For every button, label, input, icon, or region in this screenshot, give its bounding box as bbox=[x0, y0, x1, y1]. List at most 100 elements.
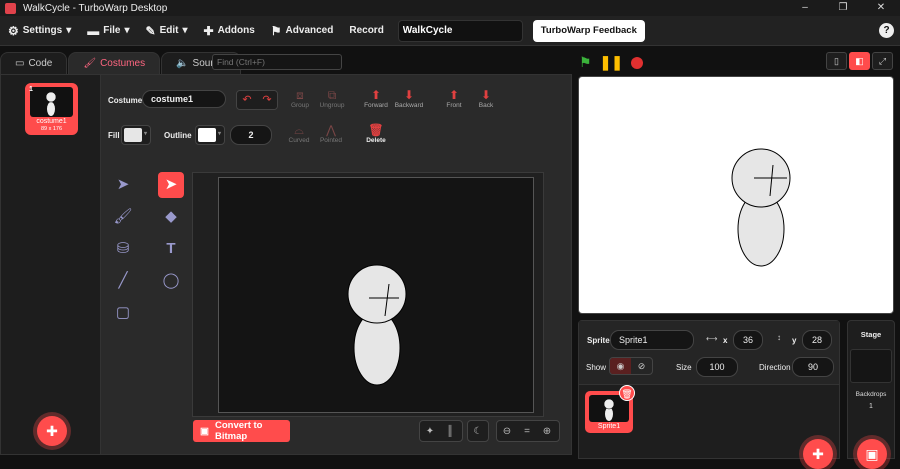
to-back-icon: ⬇ bbox=[480, 88, 492, 102]
convert-to-bitmap-button[interactable]: ▣ Convert to Bitmap bbox=[193, 420, 290, 442]
text-tool[interactable]: T bbox=[158, 236, 184, 262]
delete-sprite-button[interactable]: 🗑 bbox=[619, 385, 635, 401]
backward-button[interactable]: ⬇ Backward bbox=[389, 88, 429, 109]
zoom-reset-button[interactable]: = bbox=[517, 426, 537, 437]
fullscreen-button[interactable]: ⤢ bbox=[872, 52, 893, 70]
redo-button[interactable]: ↷ bbox=[257, 91, 277, 109]
close-window-button[interactable]: ✕ bbox=[862, 0, 900, 16]
undo-button[interactable]: ↶ bbox=[237, 91, 257, 109]
line-icon: ╱ bbox=[118, 272, 128, 289]
outline-size-input[interactable] bbox=[230, 125, 272, 145]
edit-menu[interactable]: ✎ Edit ▾ bbox=[138, 16, 196, 46]
show-button[interactable]: ◉ bbox=[610, 358, 631, 374]
pointed-button[interactable]: ⋀ Pointed bbox=[311, 123, 351, 144]
gear-icon: ⚙ bbox=[8, 23, 19, 38]
paint-canvas-area bbox=[192, 172, 544, 417]
moon-icon[interactable]: ☾ bbox=[468, 426, 488, 437]
feedback-button[interactable]: TurboWarp Feedback bbox=[532, 19, 645, 42]
brush-tool[interactable]: 🖌 bbox=[110, 204, 136, 230]
hide-button[interactable]: ⊘ bbox=[631, 358, 652, 374]
x-arrows-icon: ⟷ bbox=[706, 334, 718, 343]
direction-input[interactable] bbox=[792, 357, 834, 377]
minimize-button[interactable]: – bbox=[786, 0, 824, 16]
small-stage-button[interactable]: ▯ bbox=[826, 52, 847, 70]
delete-button[interactable]: 🗑 Delete bbox=[356, 123, 396, 144]
rectangle-icon: ▢ bbox=[115, 304, 131, 321]
file-icon: ▬ bbox=[87, 23, 100, 38]
zoom-out-button[interactable]: ⊖ bbox=[497, 426, 517, 437]
record-menu[interactable]: Record bbox=[341, 16, 391, 46]
choose-backdrop-button[interactable]: ▣ bbox=[857, 439, 887, 469]
zoom-in-button[interactable]: ⊕ bbox=[537, 426, 557, 437]
delete-label: Delete bbox=[366, 137, 386, 144]
outline-color-picker[interactable]: ▾ bbox=[195, 125, 225, 145]
x-input[interactable] bbox=[733, 330, 763, 350]
outline-label: Outline bbox=[164, 131, 192, 140]
fill-swatch bbox=[124, 128, 142, 142]
backdrop-thumbnail bbox=[850, 349, 892, 383]
choose-sprite-button[interactable]: ✚ bbox=[803, 439, 833, 469]
fill-color-picker[interactable]: ▾ bbox=[121, 125, 151, 145]
costume-thumbnail bbox=[30, 87, 73, 117]
night-toggle: ☾ bbox=[467, 420, 489, 442]
settings-menu[interactable]: ⚙ Settings ▾ bbox=[0, 16, 79, 46]
x-label: x bbox=[723, 336, 728, 345]
cat-plus-icon: ✚ bbox=[46, 423, 58, 439]
reshape-tool[interactable]: ➤ bbox=[158, 172, 184, 198]
stage-selector[interactable]: Stage Backdrops 1 ▣ bbox=[847, 320, 895, 469]
y-input[interactable] bbox=[802, 330, 832, 350]
help-button[interactable]: ? bbox=[879, 23, 894, 38]
maximize-button[interactable]: ❐ bbox=[824, 0, 862, 16]
advanced-menu[interactable]: ⚑ Advanced bbox=[263, 16, 342, 46]
pointed-icon: ⋀ bbox=[326, 123, 336, 137]
stage[interactable] bbox=[578, 76, 894, 314]
pause-icon[interactable]: ❚❚ bbox=[600, 54, 623, 71]
settings-label: Settings bbox=[22, 25, 63, 36]
rectangle-tool[interactable]: ▢ bbox=[110, 300, 136, 326]
costume-label: Costume bbox=[108, 96, 143, 105]
green-flag-icon[interactable]: ⚑ bbox=[579, 54, 592, 71]
sprite-name-input[interactable] bbox=[610, 330, 694, 350]
back-button[interactable]: ⬇ Back bbox=[466, 88, 506, 109]
chevron-down-icon: ▾ bbox=[66, 25, 72, 36]
circle-tool[interactable]: ◯ bbox=[158, 268, 184, 294]
addons-menu[interactable]: ✚ Addons bbox=[196, 16, 263, 46]
ungroup-button[interactable]: ⧉ Ungroup bbox=[312, 88, 352, 109]
file-label: File bbox=[103, 25, 121, 36]
eye-slash-icon: ⊘ bbox=[637, 361, 646, 371]
ungroup-icon: ⧉ bbox=[327, 88, 337, 102]
costume-tile[interactable]: 1 costume1 89 x 176 bbox=[25, 83, 78, 135]
eraser-tool[interactable]: ◆ bbox=[158, 204, 184, 230]
normal-stage-button[interactable]: ◧ bbox=[849, 52, 870, 70]
fill-tool[interactable]: ⛁ bbox=[110, 236, 136, 262]
file-menu[interactable]: ▬ File ▾ bbox=[79, 16, 137, 46]
bitmap-icon: ▣ bbox=[200, 425, 209, 437]
choose-costume-button[interactable]: ✚ bbox=[37, 416, 67, 446]
brush-icon: 🖌 bbox=[113, 208, 133, 225]
costume-name-input[interactable] bbox=[142, 90, 226, 108]
select-tool[interactable]: ➤ bbox=[110, 172, 136, 198]
project-title-input[interactable] bbox=[397, 19, 523, 42]
sprite-tile-name: Sprite1 bbox=[597, 423, 621, 430]
costume-number: 1 bbox=[29, 86, 33, 93]
code-icon: ▭ bbox=[15, 58, 25, 69]
menu-bar: ⚙ Settings ▾ ▬ File ▾ ✎ Edit ▾ ✚ Addons ⚑ Advanc… bbox=[0, 16, 900, 46]
chevron-down-icon: ▾ bbox=[182, 25, 188, 36]
undo-redo-group: ↶ ↷ bbox=[236, 90, 278, 110]
tab-costumes[interactable]: 🖌 Costumes bbox=[68, 52, 161, 74]
advanced-label: Advanced bbox=[285, 25, 334, 36]
grid-icon[interactable]: ║ bbox=[440, 426, 460, 437]
zoom-controls: ⊖ = ⊕ bbox=[496, 420, 560, 442]
size-input[interactable] bbox=[696, 357, 738, 377]
find-input[interactable] bbox=[212, 54, 342, 70]
chevron-down-icon: ▾ bbox=[124, 25, 130, 36]
paint-canvas[interactable] bbox=[218, 177, 534, 413]
size-label: Size bbox=[676, 363, 692, 372]
wand-icon[interactable]: ✦ bbox=[420, 426, 440, 437]
tab-code[interactable]: ▭ Code bbox=[0, 52, 68, 74]
line-tool[interactable]: ╱ bbox=[110, 268, 136, 294]
pencil-icon: ✎ bbox=[145, 23, 156, 38]
text-icon: T bbox=[166, 240, 176, 257]
arrow-down-icon: ⬇ bbox=[403, 88, 415, 102]
stop-icon[interactable] bbox=[631, 56, 644, 69]
